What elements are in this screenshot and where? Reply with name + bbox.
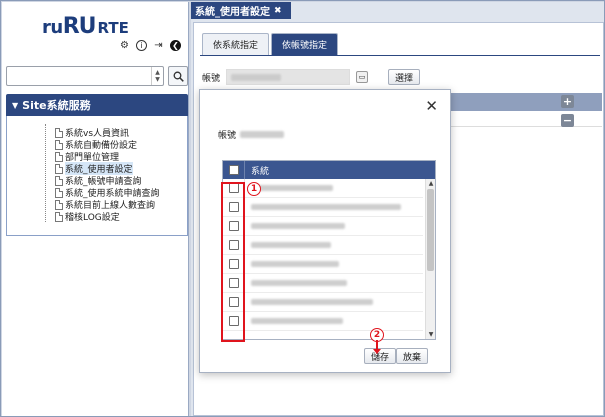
close-icon[interactable]: ✕ [425,99,438,114]
modal-account-row: 帳號 [218,128,285,141]
triangle-down-icon: ▼ [12,100,19,110]
table-row[interactable] [223,217,423,236]
logo-text-2: RU [62,14,97,39]
annotation-highlight-box [221,182,245,342]
tree-connector [45,124,46,222]
table-row[interactable] [223,198,423,217]
table-row[interactable] [223,236,423,255]
subtab-by-account[interactable]: 依帳號指定 [271,33,339,55]
left-panel: ru RU RTE ⚙ i ⇥ ❮ ▲ ▼ ▼ Site系統服務 系統vs人員資訊… [2,2,189,416]
info-icon[interactable]: i [136,40,147,51]
gear-icon[interactable]: ⚙ [119,40,130,51]
column-header-system: 系統 [251,166,270,177]
header-checkbox-cell [223,161,245,179]
subtab-divider [200,55,600,56]
redacted-value [251,299,373,305]
scroll-down-icon[interactable]: ▼ [426,331,435,338]
search-row: ▲ ▼ [6,66,188,86]
document-icon [55,175,63,186]
scroll-up-icon[interactable]: ▲ [426,180,435,187]
annotation-marker-1: 1 [247,182,261,196]
search-icon [173,71,184,82]
table-row[interactable] [223,274,423,293]
redacted-value [251,318,343,324]
logout-icon[interactable]: ⇥ [153,40,164,51]
close-icon[interactable]: ✖ [274,6,282,16]
add-icon[interactable]: + [561,95,574,108]
redacted-value [251,204,401,210]
document-icon [55,163,63,174]
tree-panel: 系統vs人員資訊 系統自動備份設定 部門單位管理 系統_使用者設定 系統_帳號申… [6,116,188,236]
scrollbar[interactable]: ▲ ▼ [425,179,435,339]
document-icon [55,211,63,222]
section-title: Site系統服務 [22,99,91,112]
grid-header [434,93,602,111]
grid-header: 系統 [223,161,435,179]
document-icon [55,151,63,162]
remove-icon[interactable]: − [561,114,574,127]
grid-row [434,111,602,127]
select-button[interactable]: 選擇 [388,69,421,85]
annotation-arrow [373,340,381,354]
scroll-thumb[interactable] [427,189,434,271]
top-icon-bar: ⚙ i ⇥ ❮ [119,40,181,51]
back-icon[interactable]: ❮ [170,40,181,51]
modal-account-label: 帳號 [218,131,237,141]
cancel-button[interactable]: 放棄 [396,348,429,364]
account-field[interactable] [226,69,351,85]
search-input[interactable]: ▲ ▼ [6,66,164,86]
redacted-value [251,280,347,286]
redacted-value [251,223,345,229]
app-logo: ru RU RTE [42,14,129,39]
spinner-icon[interactable]: ▲ ▼ [151,67,163,85]
document-icon [55,127,63,138]
document-icon [55,187,63,198]
tab-title: 系統_使用者設定 [195,7,270,18]
redacted-value [251,185,333,191]
tree-item-label: 稽核LOG設定 [65,213,120,223]
search-button[interactable] [168,66,188,86]
logo-text-3: RTE [97,19,129,37]
table-row[interactable] [223,255,423,274]
logo-text-1: ru [42,17,63,38]
table-row[interactable] [223,293,423,312]
table-row[interactable] [223,312,423,331]
document-icon [55,139,63,150]
redacted-value [251,242,331,248]
tree-item[interactable]: 稽核LOG設定 [55,210,120,223]
subtab-by-system[interactable]: 依系統指定 [202,33,270,55]
folder-icon[interactable]: ▭ [356,71,369,83]
document-icon [55,199,63,210]
redacted-value [231,74,282,81]
subtab-bar: 依系統指定 依帳號指定 [202,33,339,55]
select-all-checkbox[interactable] [228,165,239,175]
tab-active[interactable]: 系統_使用者設定 ✖ [191,2,291,19]
redacted-value [251,261,339,267]
account-label: 帳號 [202,73,221,84]
tree-section-header[interactable]: ▼ Site系統服務 [6,94,188,116]
account-row: 帳號 ▭ 選擇 [202,69,421,85]
redacted-value [240,131,285,138]
